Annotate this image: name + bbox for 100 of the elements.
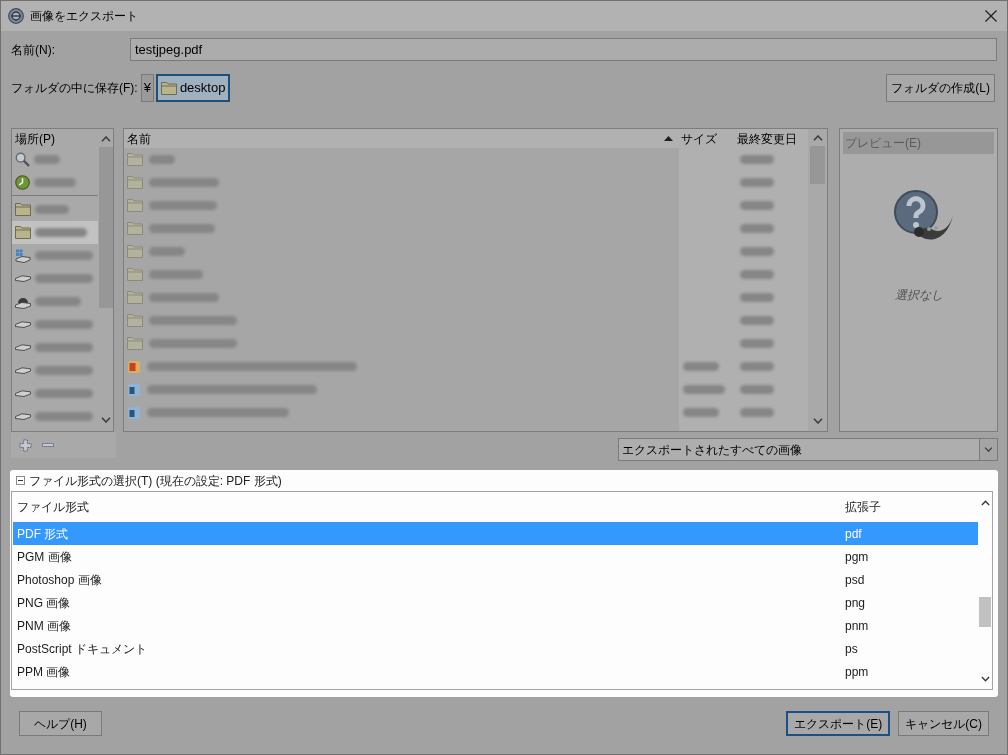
folder-icon <box>127 176 143 189</box>
scrollbar-thumb[interactable] <box>98 147 113 308</box>
drive-icon <box>15 390 31 397</box>
dropdown-arrow-button[interactable] <box>979 439 997 460</box>
section-label[interactable]: ファイル形式の選択(T) (現在の設定: PDF 形式) <box>29 471 282 490</box>
field-label: 名前(N): <box>11 41 56 59</box>
blurred-text <box>35 320 93 329</box>
place-item[interactable] <box>12 221 98 244</box>
scroll-down-icon[interactable] <box>980 676 990 682</box>
blurred-text <box>35 389 93 398</box>
column-header[interactable]: ファイル形式 <box>13 498 841 516</box>
blurred-text <box>683 408 719 417</box>
image-file-icon <box>127 382 141 397</box>
scroll-down-icon[interactable] <box>812 418 823 424</box>
scrollbar-thumb[interactable] <box>979 597 991 627</box>
blurred-text <box>35 412 93 421</box>
file-type-name: PGM 画像 <box>16 548 73 566</box>
blurred-text <box>149 270 203 279</box>
file-extension: psd <box>844 571 865 589</box>
column-header[interactable]: 最終変更日 <box>734 129 808 148</box>
blurred-text <box>149 201 217 210</box>
search-icon <box>15 152 30 167</box>
remove-icon[interactable] <box>42 443 54 447</box>
column-header[interactable]: 名前 <box>124 129 679 148</box>
file-type-row[interactable]: Photoshop 画像 psd <box>13 568 978 591</box>
blurred-text <box>740 339 774 348</box>
image-file-icon <box>127 359 141 374</box>
blurred-text <box>740 178 774 187</box>
create-folder-button[interactable]: フォルダの作成(L) <box>886 74 995 102</box>
system-drive-icon <box>15 248 31 263</box>
scroll-up-icon[interactable] <box>980 500 990 506</box>
column-header[interactable]: 拡張子 <box>841 498 881 516</box>
blurred-text <box>149 178 219 187</box>
file-type-row[interactable]: PGM 画像 pgm <box>13 545 978 568</box>
blurred-text <box>35 274 93 283</box>
blurred-text <box>35 228 87 237</box>
blurred-text <box>740 224 774 233</box>
blurred-text <box>35 205 69 214</box>
path-button[interactable]: desktop <box>155 74 231 102</box>
scroll-down-icon[interactable] <box>100 417 111 423</box>
blurred-text <box>740 155 774 164</box>
drive-icon <box>15 367 31 374</box>
blurred-text <box>740 201 774 210</box>
blurred-text <box>35 297 81 306</box>
folder-icon <box>127 153 143 166</box>
close-icon[interactable] <box>985 10 997 22</box>
file-type-name: PPM 画像 <box>16 663 72 681</box>
file-extension: ps <box>844 640 858 658</box>
field-label: フォルダの中に保存(F): <box>11 80 138 97</box>
blurred-text <box>149 224 215 233</box>
add-icon[interactable] <box>19 438 32 452</box>
app-logo-icon <box>8 8 24 24</box>
file-type-row[interactable]: PNM 画像 pnm <box>13 614 978 637</box>
drive-icon <box>15 344 31 351</box>
folder-icon <box>127 222 143 235</box>
file-type-name: PNM 画像 <box>16 617 72 635</box>
file-extension: pgm <box>844 548 869 566</box>
folder-icon <box>127 337 143 350</box>
blurred-text <box>34 178 76 187</box>
scroll-up-icon[interactable] <box>812 135 823 141</box>
preview-message: 選択なし <box>894 287 943 304</box>
blurred-text <box>35 251 93 260</box>
folder-icon <box>127 199 143 212</box>
blurred-text <box>740 293 774 302</box>
sort-arrow-icon <box>664 136 673 141</box>
export-button[interactable]: エクスポート(E) <box>786 711 891 736</box>
file-type-row[interactable]: PNG 画像 png <box>13 591 978 614</box>
name-field[interactable]: testjpeg.pdf <box>130 38 997 61</box>
collapse-icon[interactable] <box>16 476 25 485</box>
path-button[interactable]: ¥ <box>140 74 154 102</box>
file-extension: png <box>844 594 866 612</box>
file-extension: pdf <box>844 525 862 543</box>
file-type-name: Photoshop 画像 <box>16 571 103 589</box>
blurred-text <box>683 385 725 394</box>
folder-icon <box>15 226 31 239</box>
drive-icon <box>15 413 31 420</box>
clock-icon <box>15 175 30 190</box>
file-extension: ppm <box>844 663 869 681</box>
blurred-text <box>740 316 774 325</box>
blurred-text <box>740 408 774 417</box>
file-type-row[interactable]: PostScript ドキュメント ps <box>13 637 978 660</box>
folder-icon <box>127 314 143 327</box>
column-header[interactable]: サイズ <box>679 129 734 148</box>
folder-icon <box>160 81 177 95</box>
chevron-down-icon[interactable] <box>984 447 993 452</box>
folder-icon <box>127 268 143 281</box>
folder-icon <box>127 245 143 258</box>
file-type-row[interactable]: PPM 画像 ppm <box>13 660 978 683</box>
blurred-text <box>740 247 774 256</box>
blurred-text <box>683 362 719 371</box>
help-button[interactable]: ヘルプ(H) <box>19 711 102 736</box>
filter-dropdown[interactable]: エクスポートされたすべての画像 <box>618 438 998 461</box>
cancel-button[interactable]: キャンセル(C) <box>898 711 989 736</box>
blurred-text <box>149 293 219 302</box>
folder-icon <box>127 291 143 304</box>
scroll-up-icon[interactable] <box>100 136 111 142</box>
file-extension: pnm <box>844 617 869 635</box>
file-type-name: PDF 形式 <box>16 525 70 543</box>
column-header: 場所(P) <box>15 130 55 148</box>
blurred-text <box>740 270 774 279</box>
